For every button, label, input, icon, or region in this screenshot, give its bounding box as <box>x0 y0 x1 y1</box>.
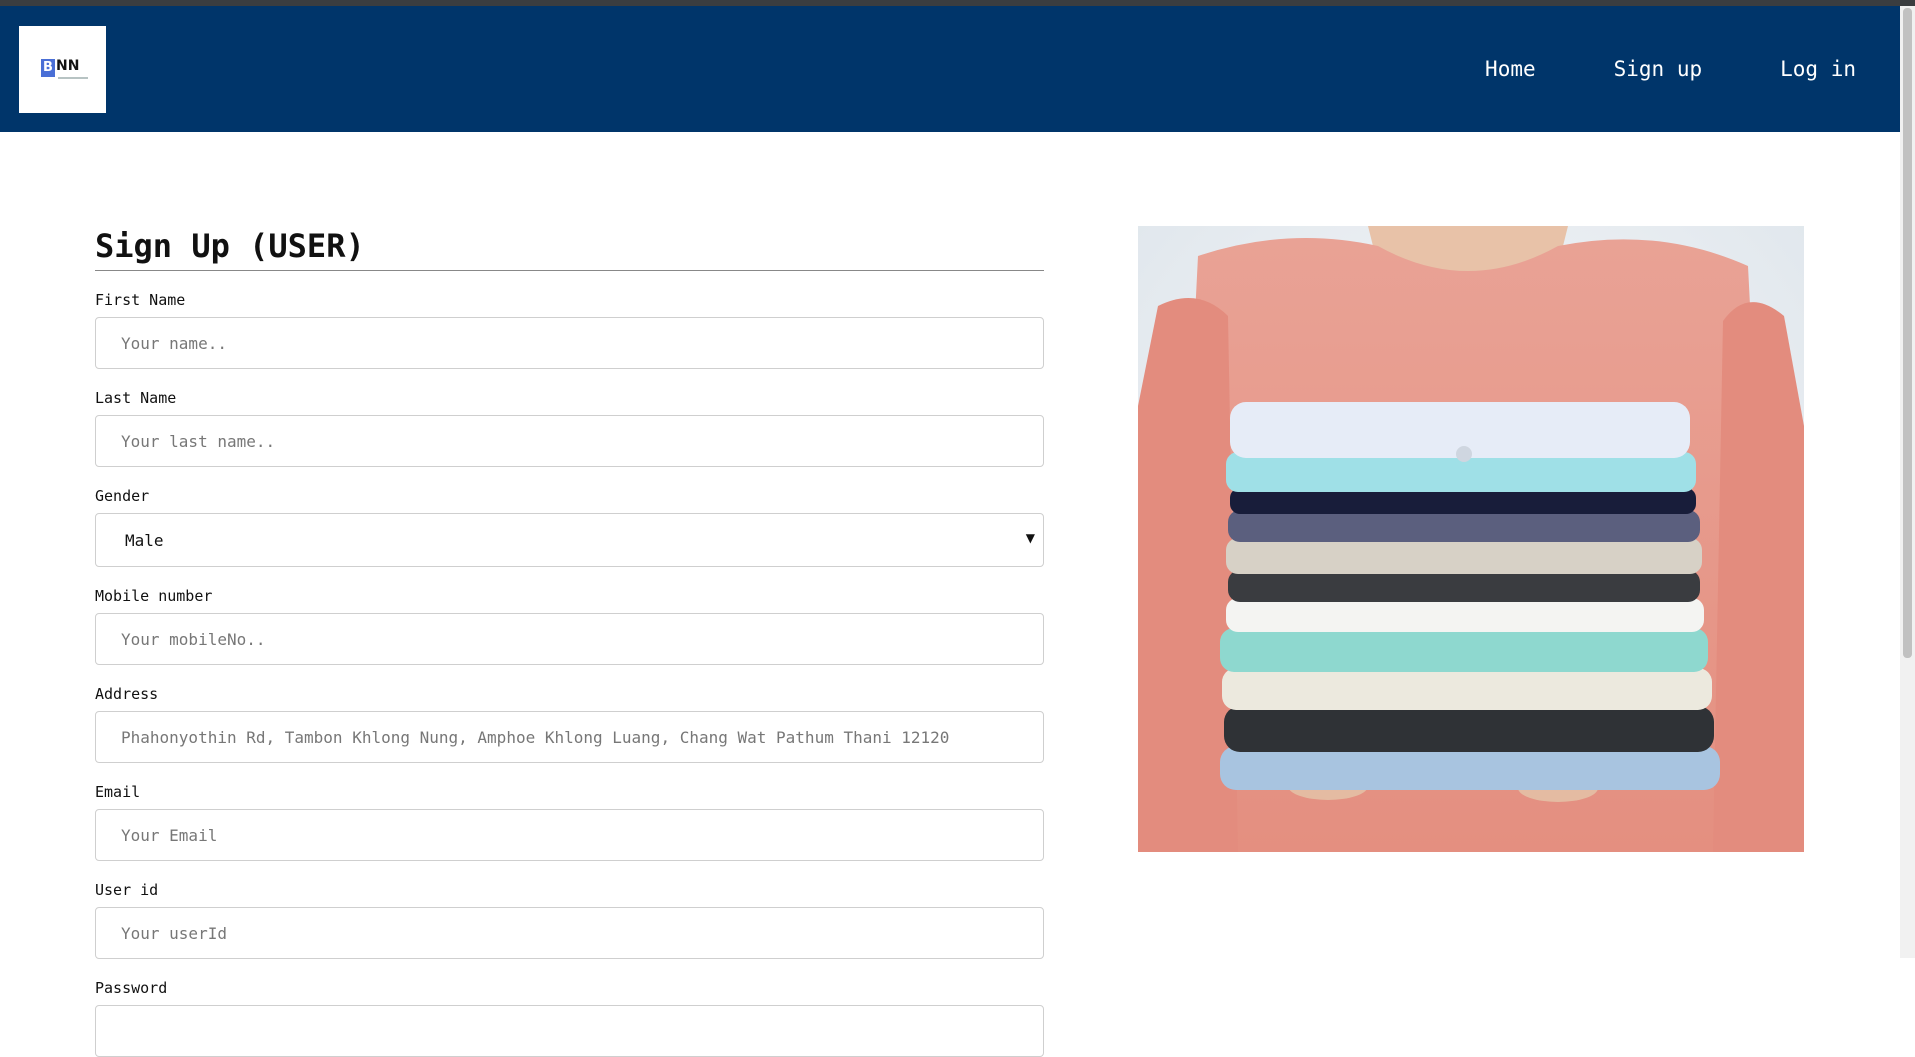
first-name-label: First Name <box>95 291 186 309</box>
logo-mark: B NN <box>41 58 88 79</box>
logo-letter: B <box>41 59 55 77</box>
first-name-group: First Name <box>95 291 1044 369</box>
mobile-label: Mobile number <box>95 587 213 605</box>
chevron-down-icon: ▼ <box>1025 531 1035 545</box>
address-input[interactable] <box>95 711 1044 763</box>
email-label: Email <box>95 783 141 801</box>
logo-text: NN <box>56 58 80 74</box>
nav-links: Home Sign up Log in <box>1485 6 1856 132</box>
email-input[interactable] <box>95 809 1044 861</box>
scrollbar-thumb[interactable] <box>1903 8 1912 658</box>
gender-select[interactable]: Male ▼ <box>95 513 1044 567</box>
last-name-input[interactable] <box>95 415 1044 467</box>
user-id-input[interactable] <box>95 907 1044 959</box>
mobile-input[interactable] <box>95 613 1044 665</box>
password-group: Password <box>95 979 1044 1057</box>
mobile-group: Mobile number <box>95 587 1044 665</box>
gender-group: Gender Male ▼ <box>95 487 1044 567</box>
signup-form: Sign Up (USER) First Name Last Name Gend… <box>95 225 1044 1057</box>
first-name-input[interactable] <box>95 317 1044 369</box>
brand-logo[interactable]: B NN <box>19 26 106 113</box>
last-name-label: Last Name <box>95 389 177 407</box>
password-label: Password <box>95 979 168 997</box>
gender-label: Gender <box>95 487 150 505</box>
nav-signup-link[interactable]: Sign up <box>1614 57 1703 81</box>
password-input[interactable] <box>95 1005 1044 1057</box>
address-label: Address <box>95 685 159 703</box>
laundry-hero-image <box>1138 226 1804 852</box>
user-id-label: User id <box>95 881 159 899</box>
page-scrollbar[interactable] <box>1900 6 1915 958</box>
user-id-group: User id <box>95 881 1044 959</box>
nav-home-link[interactable]: Home <box>1485 57 1536 81</box>
nav-login-link[interactable]: Log in <box>1780 57 1856 81</box>
address-group: Address <box>95 685 1044 763</box>
logo-tagline-mark <box>58 77 88 79</box>
email-group: Email <box>95 783 1044 861</box>
last-name-group: Last Name <box>95 389 1044 467</box>
gender-selected-value: Male <box>125 530 164 550</box>
page-title: Sign Up (USER) <box>95 225 1044 271</box>
